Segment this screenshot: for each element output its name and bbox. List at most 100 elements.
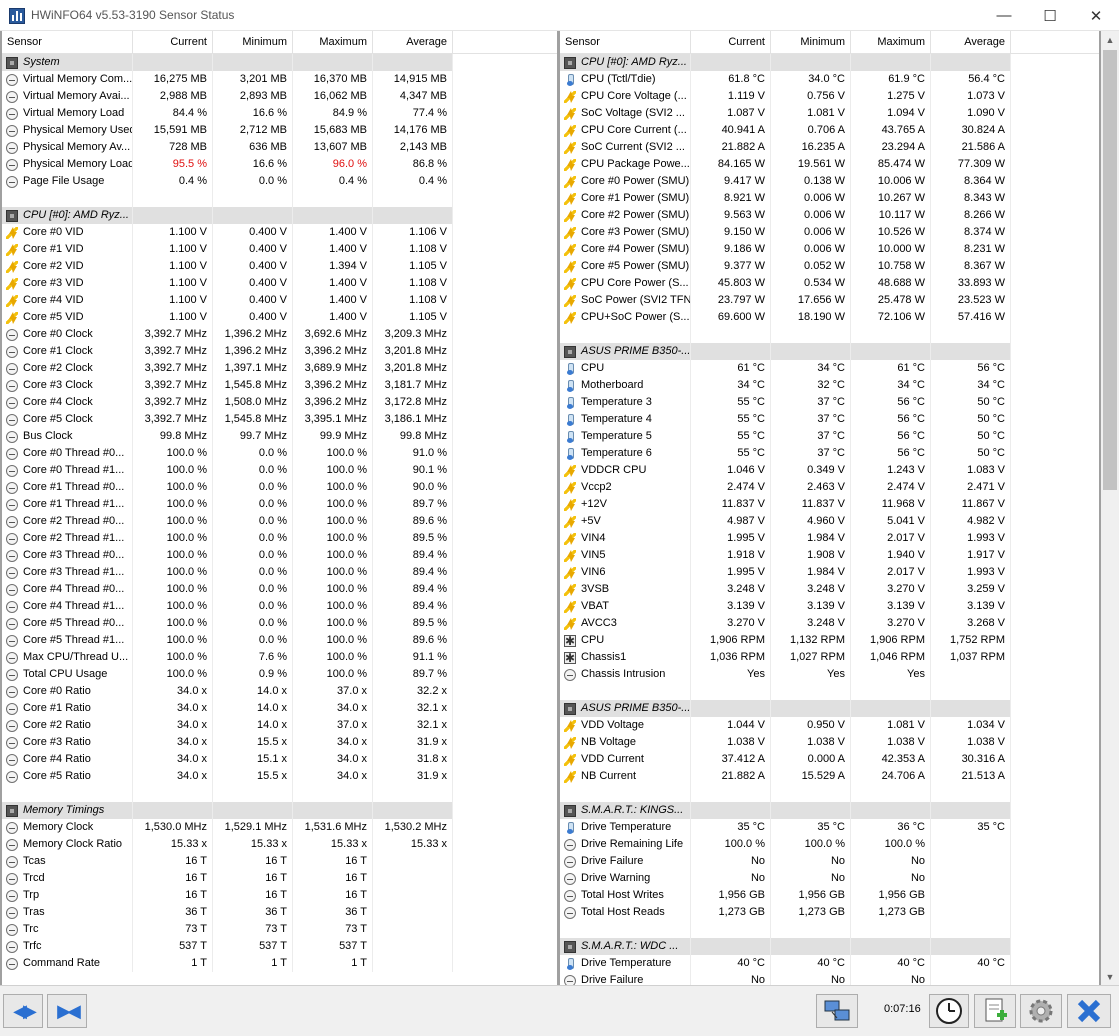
sensor-row[interactable]: Temperature 3 55 °C 37 °C 56 °C 50 °C (560, 394, 1099, 411)
sensor-row[interactable]: Core #0 Clock 3,392.7 MHz 1,396.2 MHz 3,692… (2, 326, 557, 343)
sensor-row[interactable]: CPU1,906 RPM1,132 RPM1,906 RPM1,752 RPM (560, 632, 1099, 649)
sensor-row[interactable]: NB Current 21.882 A 15.529 A 24.706 A 21.513… (560, 768, 1099, 785)
sensor-row[interactable]: Tras 36 T 36 T 36 T (2, 904, 557, 921)
sensor-row[interactable]: Core #2 Clock 3,392.7 MHz 1,397.1 MHz 3,689… (2, 360, 557, 377)
sensor-row[interactable]: Physical Memory Used 15,591 MB 2,712 MB 15,… (2, 122, 557, 139)
sensor-group-header[interactable]: Memory Timings (2, 802, 557, 819)
sensor-row[interactable]: Total CPU Usage 100.0 % 0.9 % 100.0 % 89.7 % (2, 666, 557, 683)
sensor-row[interactable]: CPU Core Current (... 40.941 A 0.706 A 43.7… (560, 122, 1099, 139)
sensor-row[interactable]: Virtual Memory Load 84.4 % 16.6 % 84.9 % 77.… (2, 105, 557, 122)
sensor-row[interactable]: Drive Warning No No No (560, 870, 1099, 887)
sensor-row[interactable]: VBAT 3.139 V 3.139 V 3.139 V 3.139 V (560, 598, 1099, 615)
sensor-row[interactable]: Core #0 Thread #1... 100.0 % 0.0 % 100.0 % 9… (2, 462, 557, 479)
col-maximum[interactable]: Maximum (293, 31, 373, 53)
sensor-row[interactable]: Core #4 Thread #1... 100.0 % 0.0 % 100.0 % 8… (2, 598, 557, 615)
sensor-row[interactable]: Core #5 Thread #1... 100.0 % 0.0 % 100.0 % 8… (2, 632, 557, 649)
right-sensor-pane[interactable]: Sensor Current Minimum Maximum Average C… (560, 31, 1099, 985)
scroll-up-arrow-icon[interactable]: ▲ (1101, 31, 1119, 48)
sensor-row[interactable]: Temperature 4 55 °C 37 °C 56 °C 50 °C (560, 411, 1099, 428)
sensor-row[interactable]: Core #0 Ratio 34.0 x 14.0 x 37.0 x 32.2 x (2, 683, 557, 700)
left-sensor-pane[interactable]: Sensor Current Minimum Maximum Average S… (2, 31, 557, 985)
sensor-row[interactable]: Virtual Memory Com... 16,275 MB 3,201 MB 16… (2, 71, 557, 88)
sensor-row[interactable]: Physical Memory Load 95.5 % 16.6 % 96.0 % 86… (2, 156, 557, 173)
sensor-row[interactable]: Core #3 Power (SMU) 9.150 W 0.006 W 10.526 … (560, 224, 1099, 241)
sensor-row[interactable]: Core #4 Power (SMU) 9.186 W 0.006 W 10.000 … (560, 241, 1099, 258)
sensor-row[interactable]: SoC Power (SVI2 TFN) 23.797 W 17.656 W 25.4… (560, 292, 1099, 309)
sensor-row[interactable]: Temperature 5 55 °C 37 °C 56 °C 50 °C (560, 428, 1099, 445)
col-maximum[interactable]: Maximum (851, 31, 931, 53)
sensor-row[interactable]: CPU Core Voltage (... 1.119 V 0.756 V 1.275… (560, 88, 1099, 105)
sensor-row[interactable]: Core #4 Thread #0... 100.0 % 0.0 % 100.0 % 8… (2, 581, 557, 598)
sensor-row[interactable]: Core #5 Thread #0... 100.0 % 0.0 % 100.0 % 8… (2, 615, 557, 632)
col-current[interactable]: Current (691, 31, 771, 53)
sensor-row[interactable]: VIN6 1.995 V 1.984 V 2.017 V 1.993 V (560, 564, 1099, 581)
sensor-group-header[interactable]: S.M.A.R.T.: WDC ... (560, 938, 1099, 955)
sensor-row[interactable]: Memory Clock 1,530.0 MHz 1,529.1 MHz 1,531.… (2, 819, 557, 836)
sensor-row[interactable]: Trc 73 T 73 T 73 T (2, 921, 557, 938)
sensor-row[interactable]: Drive Failure No No No (560, 972, 1099, 985)
sensor-row[interactable]: Core #3 Thread #1... 100.0 % 0.0 % 100.0 % 8… (2, 564, 557, 581)
sensor-row[interactable]: Max CPU/Thread U... 100.0 % 7.6 % 100.0 % 91… (2, 649, 557, 666)
sensor-group-header[interactable]: S.M.A.R.T.: KINGS... (560, 802, 1099, 819)
minimize-button[interactable]: — (981, 0, 1027, 31)
sensor-row[interactable]: Core #4 Clock 3,392.7 MHz 1,508.0 MHz 3,396… (2, 394, 557, 411)
sensor-row[interactable]: Command Rate 1 T1 T1 T (2, 955, 557, 972)
sensor-row[interactable]: Virtual Memory Avai... 2,988 MB 2,893 MB 16… (2, 88, 557, 105)
sensor-row[interactable]: Core #5 Clock 3,392.7 MHz 1,545.8 MHz 3,395… (2, 411, 557, 428)
sensor-row[interactable]: Memory Clock Ratio 15.33 x 15.33 x 15.33 x1… (2, 836, 557, 853)
close-sensors-button[interactable] (1067, 994, 1111, 1028)
reset-clock-button[interactable] (929, 994, 969, 1028)
col-minimum[interactable]: Minimum (213, 31, 293, 53)
sensor-row[interactable]: 3VSB 3.248 V 3.248 V 3.270 V 3.259 V (560, 581, 1099, 598)
sensor-row[interactable]: Core #3 Ratio 34.0 x 15.5 x 34.0 x 31.9 x (2, 734, 557, 751)
col-current[interactable]: Current (133, 31, 213, 53)
sensor-group-header[interactable]: System (2, 54, 557, 71)
sensor-row[interactable]: NB Voltage 1.038 V 1.038 V 1.038 V 1.038 V (560, 734, 1099, 751)
sensor-row[interactable]: CPU+SoC Power (S... 69.600 W 18.190 W 72.10… (560, 309, 1099, 326)
logging-button[interactable] (974, 994, 1016, 1028)
sensor-row[interactable]: Core #1 Power (SMU) 8.921 W 0.006 W 10.267 … (560, 190, 1099, 207)
sensor-row[interactable]: Core #3 Clock 3,392.7 MHz 1,545.8 MHz 3,396… (2, 377, 557, 394)
sensor-row[interactable]: Bus Clock 99.8 MHz 99.7 MHz 99.9 MHz 99.8 MH… (2, 428, 557, 445)
sensor-row[interactable]: Core #5 VID 1.100 V 0.400 V 1.400 V 1.105 V (2, 309, 557, 326)
sensor-row[interactable]: Trcd 16 T 16 T 16 T (2, 870, 557, 887)
sensor-row[interactable]: Total Host Writes 1,956 GB 1,956 GB 1,956 G… (560, 887, 1099, 904)
sensor-row[interactable]: Drive Temperature 35 °C 35 °C 36 °C 35 °C (560, 819, 1099, 836)
sensor-row[interactable]: Chassis1 1,036 RPM1,027 RPM1,046 RPM1,037… (560, 649, 1099, 666)
settings-button[interactable] (1020, 994, 1062, 1028)
sensor-row[interactable]: +12V 11.837 V 11.837 V 11.968 V 11.867 V (560, 496, 1099, 513)
sensor-row[interactable]: Core #3 VID 1.100 V 0.400 V 1.400 V 1.108 V (2, 275, 557, 292)
col-sensor[interactable]: Sensor (560, 31, 691, 53)
sensor-row[interactable]: Core #2 Ratio 34.0 x 14.0 x 37.0 x 32.1 x (2, 717, 557, 734)
maximize-button[interactable]: ☐ (1027, 0, 1073, 31)
sensor-row[interactable]: VIN5 1.918 V 1.908 V 1.940 V 1.917 V (560, 547, 1099, 564)
vertical-scrollbar[interactable]: ▲ ▼ (1101, 31, 1119, 985)
sensor-row[interactable]: Core #1 Ratio 34.0 x 14.0 x 34.0 x 32.1 x (2, 700, 557, 717)
sensor-row[interactable]: Core #4 VID 1.100 V 0.400 V 1.400 V 1.108 V (2, 292, 557, 309)
sensor-row[interactable]: SoC Current (SVI2 ... 21.882 A 16.235 A 23.… (560, 139, 1099, 156)
sensor-row[interactable]: Core #3 Thread #0... 100.0 % 0.0 % 100.0 % 8… (2, 547, 557, 564)
sensor-row[interactable]: Core #2 VID 1.100 V 0.400 V 1.394 V 1.105 V (2, 258, 557, 275)
sensor-row[interactable]: Page File Usage 0.4 % 0.0 % 0.4 % 0.4 % (2, 173, 557, 190)
sensor-row[interactable]: +5V 4.987 V 4.960 V 5.041 V 4.982 V (560, 513, 1099, 530)
sensor-row[interactable]: CPU (Tctl/Tdie) 61.8 °C 34.0 °C 61.9 °C 56.4… (560, 71, 1099, 88)
sensor-row[interactable]: Core #0 Power (SMU) 9.417 W 0.138 W 10.006 … (560, 173, 1099, 190)
sensor-row[interactable]: Drive Remaining Life 100.0 % 100.0 % 100.0 … (560, 836, 1099, 853)
sensor-group-header[interactable]: ASUS PRIME B350-... (560, 700, 1099, 717)
sensor-row[interactable]: Core #1 Thread #1... 100.0 % 0.0 % 100.0 % 8… (2, 496, 557, 513)
scroll-down-arrow-icon[interactable]: ▼ (1101, 968, 1119, 985)
sensor-group-header[interactable]: CPU [#0]: AMD Ryz... (560, 54, 1099, 71)
sensor-row[interactable]: CPU 61 °C 34 °C 61 °C 56 °C (560, 360, 1099, 377)
sensor-row[interactable]: Temperature 6 55 °C 37 °C 56 °C 50 °C (560, 445, 1099, 462)
sensor-row[interactable]: Core #2 Thread #1... 100.0 % 0.0 % 100.0 % 8… (2, 530, 557, 547)
sensor-row[interactable]: Trfc 537 T 537 T 537 T (2, 938, 557, 955)
close-window-button[interactable]: ✕ (1073, 0, 1119, 31)
col-average[interactable]: Average (931, 31, 1011, 53)
sensor-row[interactable]: Core #1 VID 1.100 V 0.400 V 1.400 V 1.108 V (2, 241, 557, 258)
sensor-row[interactable]: Core #0 Thread #0... 100.0 % 0.0 % 100.0 % 9… (2, 445, 557, 462)
col-average[interactable]: Average (373, 31, 453, 53)
sensor-row[interactable]: Core #1 Clock 3,392.7 MHz 1,396.2 MHz 3,396… (2, 343, 557, 360)
sensor-row[interactable]: VIN4 1.995 V 1.984 V 2.017 V 1.993 V (560, 530, 1099, 547)
sensor-row[interactable]: Core #2 Thread #0... 100.0 % 0.0 % 100.0 % 8… (2, 513, 557, 530)
sensor-row[interactable]: SoC Voltage (SVI2 ... 1.087 V 1.081 V 1.094… (560, 105, 1099, 122)
